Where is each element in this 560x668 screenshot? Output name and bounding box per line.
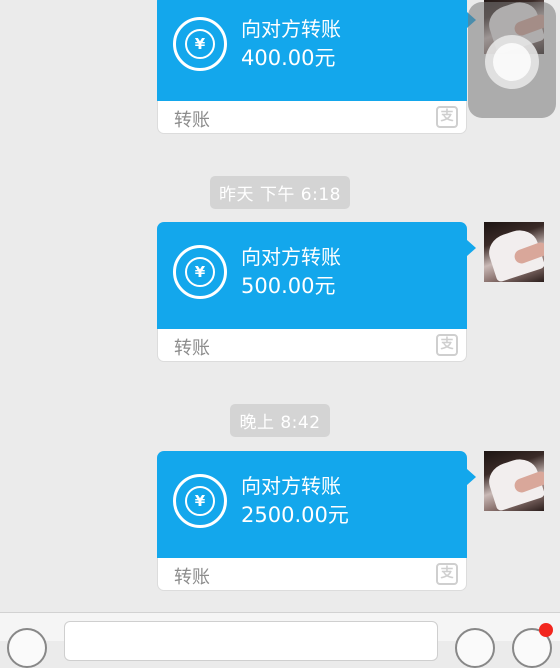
assistive-touch-icon[interactable] <box>468 2 556 118</box>
notification-dot <box>539 623 553 637</box>
transfer-card-body[interactable]: ¥ 向对方转账 400.00元 <box>157 0 476 101</box>
transfer-card-footer: 转账 支 <box>157 558 467 591</box>
alipay-icon: 支 <box>436 563 458 585</box>
transfer-title: 向对方转账 <box>241 474 341 498</box>
avatar[interactable] <box>484 451 544 511</box>
transfer-card-footer: 转账 支 <box>157 101 467 134</box>
transfer-message[interactable]: ¥ 向对方转账 400.00元 转账 支 <box>157 0 476 134</box>
transfer-message[interactable]: ¥ 向对方转账 500.00元 转账 支 <box>157 222 476 362</box>
timestamp-label: 昨天 下午 6:18 <box>210 176 350 209</box>
transfer-label: 转账 <box>174 567 210 588</box>
transfer-amount: 500.00元 <box>241 274 336 298</box>
timestamp: 晚上 8:42 <box>0 404 560 437</box>
transfer-message[interactable]: ¥ 向对方转账 2500.00元 转账 支 <box>157 451 476 591</box>
transfer-card-footer: 转账 支 <box>157 329 467 362</box>
input-bar <box>0 612 560 668</box>
transfer-title: 向对方转账 <box>241 245 341 269</box>
yen-transfer-icon: ¥ <box>173 245 227 299</box>
message-input[interactable] <box>64 621 438 661</box>
alipay-icon: 支 <box>436 334 458 356</box>
transfer-label: 转账 <box>174 110 210 131</box>
avatar[interactable] <box>484 222 544 282</box>
emoji-icon[interactable] <box>455 628 495 668</box>
yen-transfer-icon: ¥ <box>173 474 227 528</box>
transfer-card-body[interactable]: ¥ 向对方转账 500.00元 <box>157 222 476 329</box>
yen-transfer-icon: ¥ <box>173 17 227 71</box>
timestamp-label: 晚上 8:42 <box>230 404 330 437</box>
transfer-amount: 400.00元 <box>241 46 336 70</box>
transfer-title: 向对方转账 <box>241 17 341 41</box>
alipay-icon: 支 <box>436 106 458 128</box>
transfer-amount: 2500.00元 <box>241 503 349 527</box>
timestamp: 昨天 下午 6:18 <box>0 176 560 209</box>
transfer-label: 转账 <box>174 338 210 359</box>
transfer-card-body[interactable]: ¥ 向对方转账 2500.00元 <box>157 451 476 558</box>
voice-icon[interactable] <box>7 628 47 668</box>
